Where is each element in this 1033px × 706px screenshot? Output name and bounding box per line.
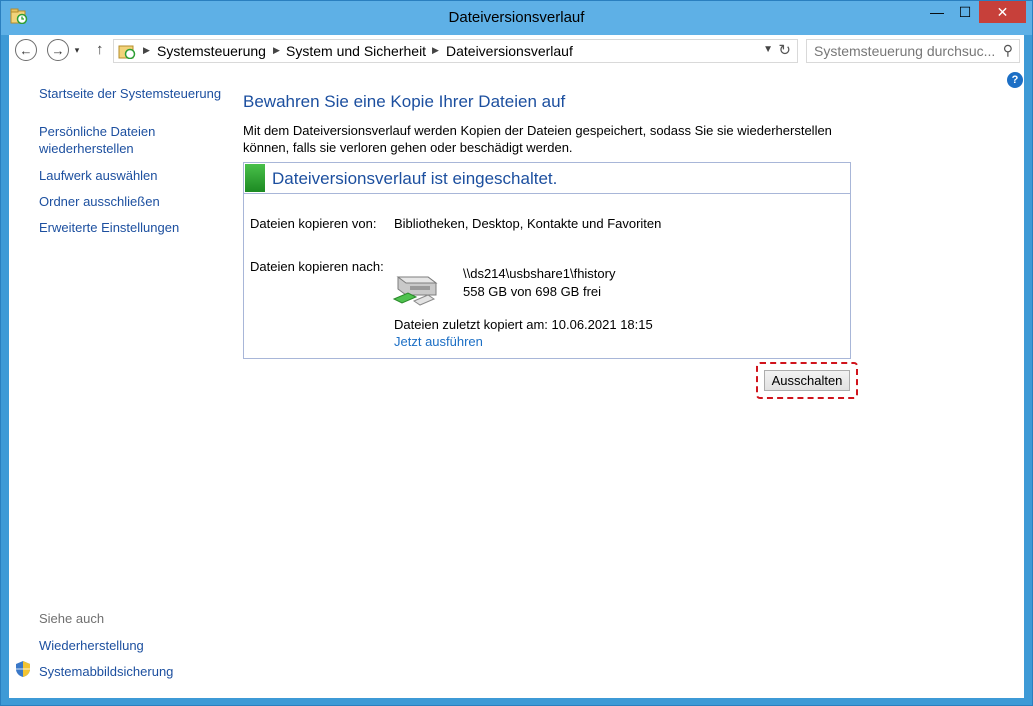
sidebar-advanced-settings-link[interactable]: Erweiterte Einstellungen: [39, 219, 179, 236]
drive-space: 558 GB von 698 GB frei: [463, 284, 602, 299]
breadcrumb-separator-icon: ▶: [432, 45, 439, 55]
address-bar[interactable]: ▶ Systemsteuerung ▶ System und Sicherhei…: [113, 39, 798, 63]
search-placeholder: Systemsteuerung durchsuc...: [814, 43, 996, 59]
arrow-left-icon: ←: [19, 42, 33, 58]
copy-to-label: Dateien kopieren nach:: [250, 259, 384, 274]
address-dropdown-icon[interactable]: ▼: [763, 44, 773, 55]
see-also-heading: Siehe auch: [39, 611, 105, 626]
status-header: Dateiversionsverlauf ist eingeschaltet.: [244, 163, 850, 194]
arrow-up-icon: ↑: [96, 41, 104, 58]
window-title: Dateiversionsverlauf: [448, 9, 585, 26]
see-also-recovery-link[interactable]: Wiederherstellung: [39, 637, 144, 654]
back-button[interactable]: ←: [15, 39, 37, 61]
sidebar-exclude-folders-link[interactable]: Ordner ausschließen: [39, 193, 160, 210]
breadcrumb-system-und-sicherheit[interactable]: System und Sicherheit: [286, 43, 426, 59]
breadcrumb-systemsteuerung[interactable]: Systemsteuerung: [157, 43, 266, 59]
sidebar-select-drive-link[interactable]: Laufwerk auswählen: [39, 167, 158, 184]
run-now-link[interactable]: Jetzt ausführen: [394, 334, 483, 349]
last-copied-text: Dateien zuletzt kopiert am: 10.06.2021 1…: [394, 317, 653, 332]
highlight-box: Ausschalten: [756, 362, 858, 399]
chevron-down-icon: ▾: [74, 44, 80, 55]
title-bar[interactable]: Dateiversionsverlauf — ☐ ✕: [1, 1, 1032, 35]
page-title: Bewahren Sie eine Kopie Ihrer Dateien au…: [243, 92, 566, 111]
maximize-button[interactable]: ☐: [951, 1, 979, 23]
turn-off-button[interactable]: Ausschalten: [764, 370, 850, 391]
drive-path: \\ds214\usbshare1\fhistory: [463, 266, 616, 281]
navigation-toolbar: ← → ▾ ↑ ▶ Systemsteuerung ▶ System und S…: [9, 35, 1024, 68]
copy-from-label: Dateien kopieren von:: [250, 216, 377, 231]
page-description: Mit dem Dateiversionsverlauf werden Kopi…: [243, 123, 832, 155]
help-icon[interactable]: ?: [1007, 72, 1023, 88]
breadcrumb-dateiversionsverlauf[interactable]: Dateiversionsverlauf: [446, 43, 573, 59]
refresh-icon[interactable]: ↻: [778, 41, 791, 59]
copy-from-value: Bibliotheken, Desktop, Kontakte und Favo…: [394, 216, 662, 231]
window-frame: Dateiversionsverlauf — ☐ ✕ ← → ▾ ↑ ▶ Sys…: [0, 0, 1033, 706]
status-indicator: [245, 164, 265, 192]
status-title: Dateiversionsverlauf ist eingeschaltet.: [272, 169, 558, 188]
shield-icon: [16, 661, 30, 677]
network-drive-icon: [392, 276, 438, 306]
recent-pages-button[interactable]: ▾: [71, 39, 83, 61]
sidebar-restore-files-link[interactable]: Persönliche Dateien wiederherstellen: [39, 123, 155, 157]
minimize-button[interactable]: —: [923, 1, 951, 23]
breadcrumb-separator-icon: ▶: [273, 45, 280, 55]
control-panel-icon: [118, 45, 136, 59]
up-button[interactable]: ↑: [96, 41, 104, 58]
arrow-right-icon: →: [51, 42, 65, 58]
forward-button[interactable]: →: [47, 39, 69, 61]
search-icon[interactable]: ⚲: [1003, 42, 1013, 59]
search-input[interactable]: Systemsteuerung durchsuc... ⚲: [806, 39, 1020, 63]
close-button[interactable]: ✕: [979, 1, 1026, 23]
content-area: ? Startseite der Systemsteuerung Persönl…: [9, 68, 1024, 698]
sidebar-home-link[interactable]: Startseite der Systemsteuerung: [39, 85, 221, 102]
status-panel: Dateiversionsverlauf ist eingeschaltet. …: [243, 162, 851, 359]
see-also-system-image-link[interactable]: Systemabbildsicherung: [39, 663, 173, 680]
breadcrumb-separator-icon: ▶: [143, 45, 150, 55]
